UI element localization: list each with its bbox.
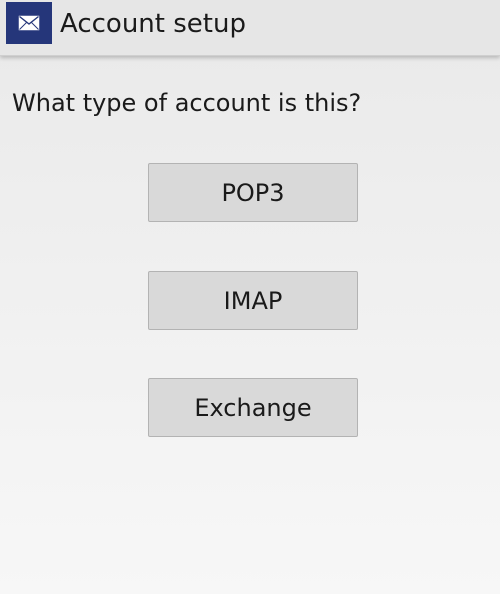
exchange-button[interactable]: Exchange: [148, 378, 358, 437]
account-type-question: What type of account is this?: [12, 89, 362, 117]
imap-button[interactable]: IMAP: [148, 271, 358, 330]
pop3-button[interactable]: POP3: [148, 163, 358, 222]
action-bar: Account setup: [0, 0, 500, 56]
app-icon[interactable]: [6, 2, 52, 44]
envelope-icon: [18, 15, 40, 31]
page-title: Account setup: [60, 9, 246, 39]
